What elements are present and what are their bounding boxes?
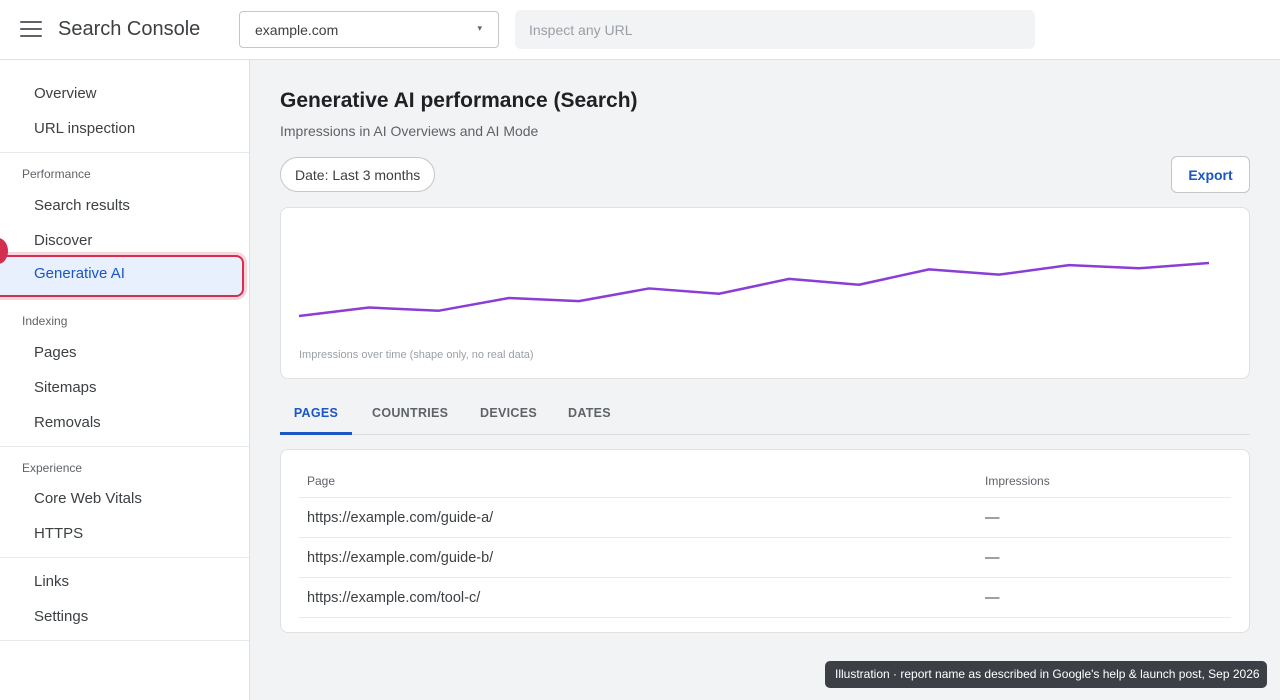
section-heading-indexing: Indexing: [22, 314, 68, 328]
illustration-footnote: Illustration · report name as described …: [825, 661, 1267, 688]
tab-devices[interactable]: DEVICES: [480, 394, 537, 435]
section-heading-experience: Experience: [22, 461, 83, 475]
page-subtitle: Impressions in AI Overviews and AI Mode: [280, 123, 539, 139]
row-divider: [299, 537, 1231, 538]
sidebar-item-pages[interactable]: Pages: [0, 335, 249, 370]
property-selector[interactable]: example.com ▾: [239, 11, 499, 48]
impressions-trend-line: [298, 261, 1210, 318]
sidebar-item-links[interactable]: Links: [0, 564, 249, 599]
table-row-page[interactable]: https://example.com/guide-b/: [307, 550, 493, 566]
table-row-impressions: —: [985, 590, 1000, 606]
sidebar-item-removals[interactable]: Removals: [0, 405, 249, 440]
sidebar-item-https[interactable]: HTTPS: [0, 516, 249, 551]
sidebar-item-generative-ai[interactable]: Generative AI: [0, 255, 244, 297]
export-button[interactable]: Export: [1171, 156, 1250, 193]
hamburger-menu-icon[interactable]: [20, 21, 42, 38]
sidebar-item-core-web-vitals[interactable]: Core Web Vitals: [0, 481, 249, 516]
dropdown-caret-icon: ▾: [477, 23, 482, 33]
sidebar-item-settings[interactable]: Settings: [0, 599, 249, 634]
app-title: Search Console: [58, 18, 201, 40]
column-header-impressions[interactable]: Impressions: [985, 474, 1050, 488]
table-row-page[interactable]: https://example.com/tool-c/: [307, 590, 480, 606]
row-divider: [299, 617, 1231, 618]
top-bar: Search Console example.com ▾: [0, 0, 1280, 60]
tab-pages[interactable]: PAGES: [280, 394, 352, 435]
header-divider: [299, 497, 1231, 498]
property-value: example.com: [255, 22, 339, 38]
page-title: Generative AI performance (Search): [280, 89, 638, 112]
sidebar-item-url-inspection[interactable]: URL inspection: [0, 111, 249, 146]
section-heading-performance: Performance: [22, 167, 91, 181]
table-row-impressions: —: [985, 550, 1000, 566]
pages-table: Page Impressions https://example.com/gui…: [280, 449, 1250, 633]
report-tabs: PAGES COUNTRIES DEVICES DATES: [280, 394, 1250, 435]
date-filter-chip[interactable]: Date: Last 3 months: [280, 157, 436, 192]
sidebar-nav: Overview URL inspection Performance Sear…: [0, 60, 250, 700]
main-content: Generative AI performance (Search) Impre…: [250, 60, 1280, 700]
sidebar-item-sitemaps[interactable]: Sitemaps: [0, 370, 249, 405]
nav-divider: [0, 640, 249, 641]
tab-dates[interactable]: DATES: [568, 394, 611, 435]
column-header-page[interactable]: Page: [307, 474, 335, 488]
tab-countries[interactable]: COUNTRIES: [372, 394, 448, 435]
chart-card: Impressions over time (shape only, no re…: [280, 207, 1250, 379]
url-inspect-input[interactable]: [515, 10, 1035, 49]
sidebar-item-overview[interactable]: Overview: [0, 76, 249, 111]
table-row-impressions: —: [985, 510, 1000, 526]
sidebar-item-discover[interactable]: Discover: [0, 223, 249, 258]
nav-divider: [0, 557, 249, 558]
sidebar-item-search-results[interactable]: Search results: [0, 188, 249, 223]
table-row-page[interactable]: https://example.com/guide-a/: [307, 510, 493, 526]
row-divider: [299, 577, 1231, 578]
nav-divider: [0, 446, 249, 447]
nav-divider: [0, 152, 249, 153]
chart-caption: Impressions over time (shape only, no re…: [299, 349, 534, 361]
